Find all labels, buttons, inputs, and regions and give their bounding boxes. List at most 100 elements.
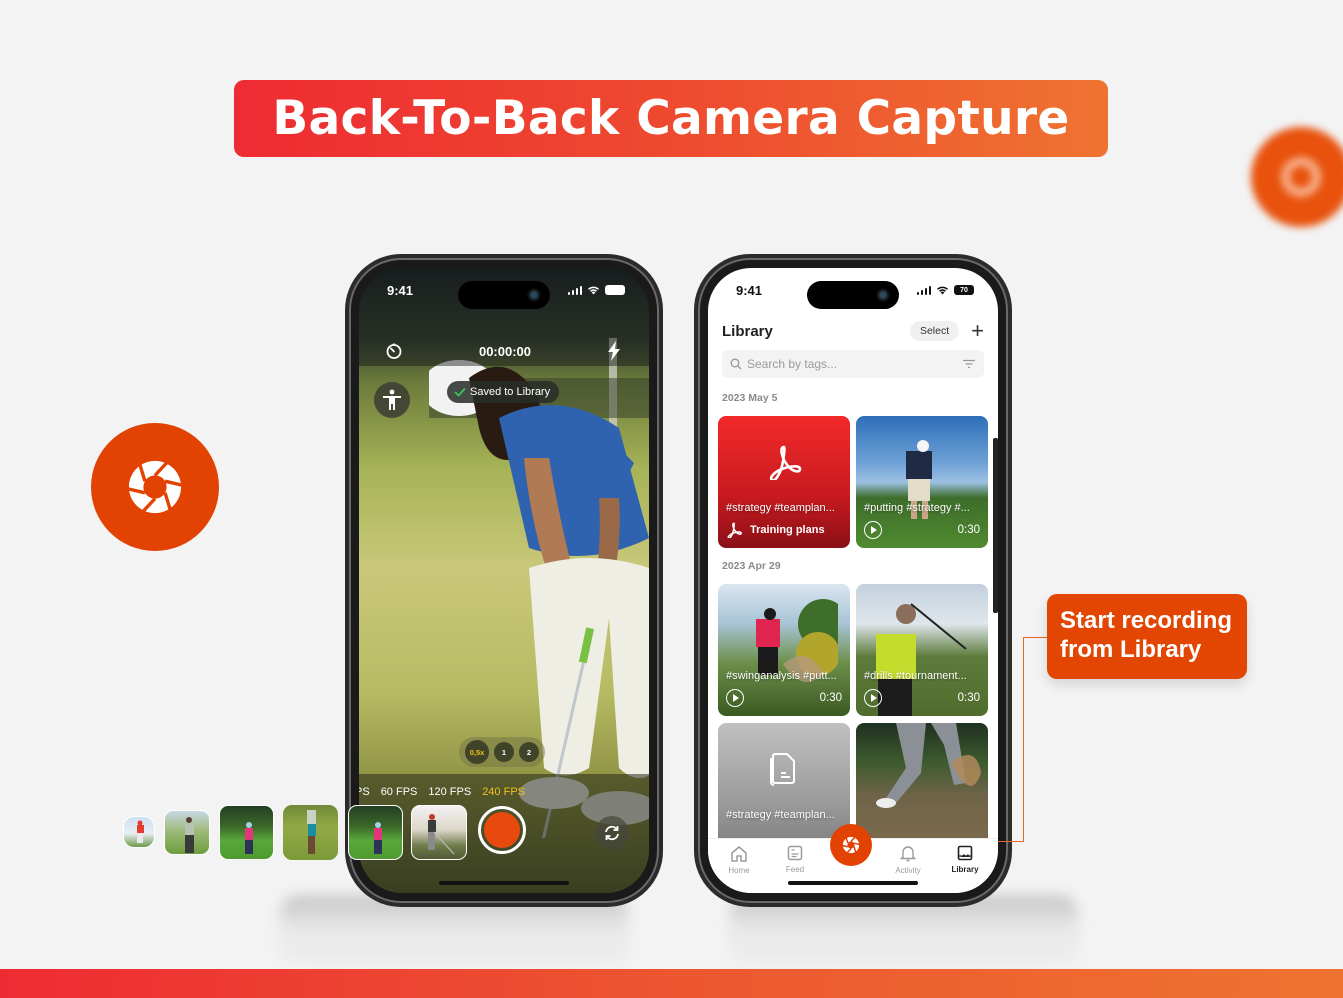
item-duration: 0:30: [819, 692, 842, 704]
feed-icon: [787, 845, 803, 861]
library-item-video[interactable]: #putting #strategy #... 0:30: [856, 416, 988, 548]
record-dot: [484, 812, 520, 848]
library-item-document[interactable]: #strategy #teamplan...: [718, 723, 850, 855]
library-screen: 9:41 70 Library Select + Search by tags.…: [708, 268, 998, 893]
thumbnail-image: [185, 817, 194, 853]
zoom-option-0.5x[interactable]: 0,5x: [465, 740, 489, 764]
item-meta: 0:30: [726, 689, 842, 707]
item-tags: #putting #strategy #...: [864, 502, 970, 514]
home-indicator: [788, 881, 918, 885]
library-item-pdf[interactable]: #strategy #teamplan... Training plans: [718, 416, 850, 548]
library-header: Library Select +: [722, 316, 984, 346]
home-indicator: [439, 881, 569, 885]
zoom-option-1x[interactable]: 1: [494, 742, 514, 762]
zoom-option-2x[interactable]: 2: [519, 742, 539, 762]
thumbnail-image: [137, 820, 144, 843]
search-icon: [730, 358, 742, 370]
headline: Back-To-Back Camera Capture: [272, 91, 1070, 146]
pdf-icon: [727, 522, 742, 538]
play-icon[interactable]: [864, 521, 882, 539]
flash-icon[interactable]: [607, 341, 621, 361]
thumbnail-image: [756, 599, 838, 682]
callout-start-recording: Start recording from Library: [1047, 594, 1247, 679]
library-icon: [957, 845, 973, 861]
record-fab-button[interactable]: [830, 824, 872, 866]
blurred-ring: [1281, 157, 1321, 197]
saved-toast: Saved to Library: [447, 381, 560, 403]
status-time: 9:41: [736, 282, 763, 298]
camera-controls-top: 00:00:00: [359, 338, 649, 364]
library-phone: 9:41 70 Library Select + Search by tags.…: [698, 258, 1008, 903]
item-tags: #drills #tournament...: [864, 670, 967, 682]
select-button[interactable]: Select: [909, 321, 960, 341]
library-item-video[interactable]: #swinganalysis #putt... 0:30: [718, 584, 850, 716]
captured-thumbnail[interactable]: [123, 816, 155, 848]
thumbnail-image: [374, 822, 382, 854]
callout-line-2: from Library: [1060, 636, 1202, 663]
item-duration: 0:30: [957, 692, 980, 704]
captured-thumbnail[interactable]: [411, 805, 467, 860]
thumbnail-image: [307, 810, 316, 854]
toast-text: Saved to Library: [470, 386, 551, 398]
blurred-shutter-badge: [1251, 127, 1343, 227]
captured-thumbnail[interactable]: [283, 805, 338, 860]
flip-camera-button[interactable]: [595, 816, 629, 850]
status-time: 9:41: [387, 282, 414, 298]
captured-thumbnail[interactable]: [348, 805, 403, 860]
battery-icon: 70: [954, 285, 974, 295]
pdf-icon: [769, 445, 802, 480]
thumbnail-image: [245, 822, 253, 854]
tab-label: Activity: [895, 866, 921, 875]
tab-label: Library: [951, 865, 979, 874]
flip-camera-icon: [605, 825, 619, 841]
dynamic-island: [458, 281, 550, 309]
record-button[interactable]: [478, 806, 526, 854]
camera-viewfinder[interactable]: 9:41 00:00:00 Saved to Library 0,5x 1 2 …: [359, 268, 649, 893]
body-pose-button[interactable]: [374, 382, 410, 418]
search-input[interactable]: [747, 357, 957, 371]
phone-shadow: [729, 895, 1079, 969]
tab-home[interactable]: Home: [714, 845, 764, 875]
callout-line-1: Start recording: [1060, 607, 1233, 634]
search-bar: [722, 350, 984, 378]
home-icon: [731, 846, 747, 862]
item-meta: Training plans: [726, 521, 842, 539]
item-tags: #strategy #teamplan...: [726, 809, 835, 821]
camera-shutter-icon: [126, 459, 184, 515]
signal-icon: [916, 285, 931, 295]
captured-thumbnail[interactable]: [164, 810, 210, 855]
fps-option-30[interactable]: 30 FPS: [359, 786, 370, 798]
thumbnail-image: [428, 814, 455, 855]
timer-icon[interactable]: [385, 342, 403, 360]
fps-option-240[interactable]: 240 FPS: [482, 786, 525, 798]
zoom-selector: 0,5x 1 2: [459, 737, 545, 767]
scrollbar[interactable]: [993, 438, 998, 613]
wifi-icon: [588, 286, 599, 295]
fps-selector: 30 FPS 60 FPS 120 FPS 240 FPS: [359, 786, 525, 798]
battery-icon: [605, 285, 625, 295]
tab-library[interactable]: Library: [940, 845, 990, 874]
filter-icon[interactable]: [962, 359, 976, 369]
fps-option-120[interactable]: 120 FPS: [428, 786, 471, 798]
item-duration: 0:30: [957, 524, 980, 536]
library-item-video[interactable]: [856, 723, 988, 855]
fps-option-60[interactable]: 60 FPS: [381, 786, 418, 798]
document-icon: [770, 753, 795, 786]
signal-icon: [567, 285, 582, 295]
item-label: Training plans: [750, 524, 825, 536]
section-date: 2023 Apr 29: [722, 560, 781, 572]
item-tags: #strategy #teamplan...: [726, 502, 835, 514]
phone-shadow: [279, 895, 629, 969]
tab-activity[interactable]: Activity: [883, 845, 933, 875]
dynamic-island: [807, 281, 899, 309]
plus-icon[interactable]: +: [971, 320, 984, 342]
captured-thumbnail[interactable]: [219, 805, 274, 860]
play-icon[interactable]: [864, 689, 882, 707]
page-title: Library: [722, 322, 773, 340]
footer-gradient-bar: [0, 969, 1343, 998]
library-item-video[interactable]: #drills #tournament... 0:30: [856, 584, 988, 716]
bell-icon: [900, 846, 916, 862]
play-icon[interactable]: [726, 689, 744, 707]
item-meta: 0:30: [864, 521, 980, 539]
tab-feed[interactable]: Feed: [770, 845, 820, 874]
